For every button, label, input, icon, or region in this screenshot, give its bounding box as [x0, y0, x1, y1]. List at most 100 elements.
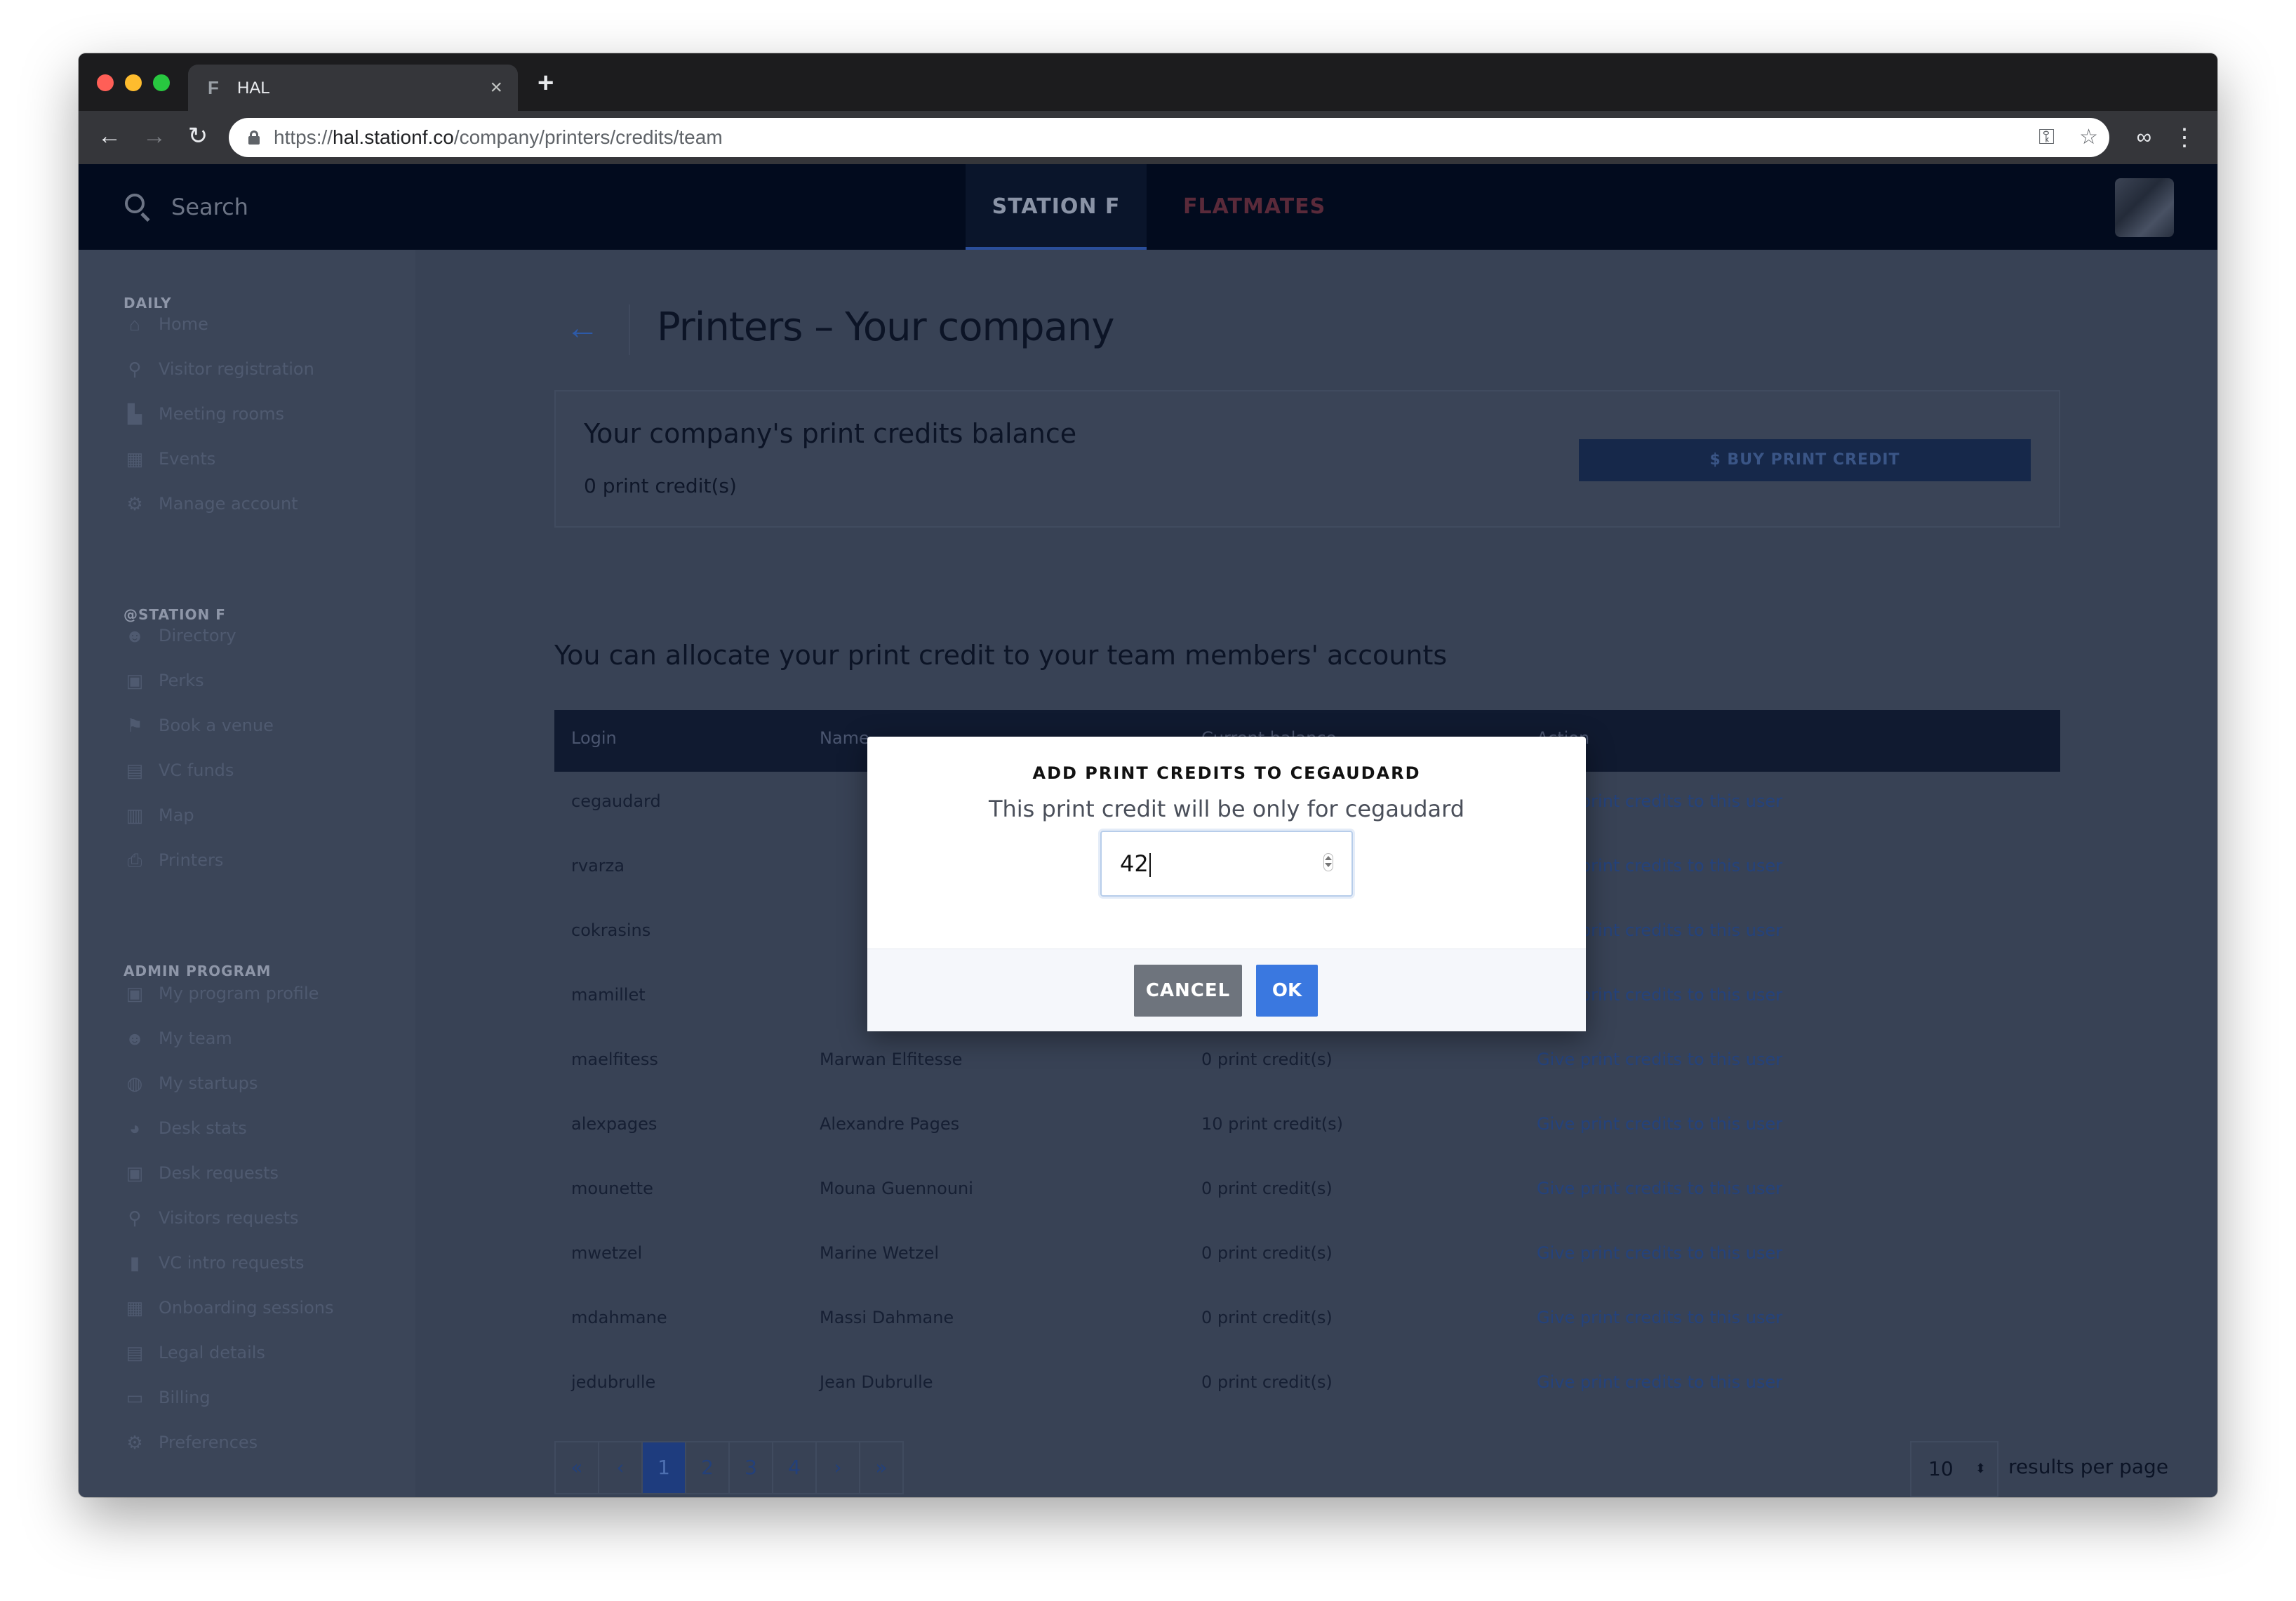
sidebar-item-perks[interactable]: ▣ Perks [124, 666, 204, 695]
star-icon[interactable]: ☆ [2079, 125, 2098, 150]
table-row: mwetzel Marine Wetzel 0 print credit(s) Giv… [554, 1224, 2060, 1288]
sidebar-item-vc-intro-requests[interactable]: ▮ VC intro requests [124, 1249, 305, 1277]
map-icon: ▥ [126, 805, 144, 826]
buy-print-credit-button[interactable]: $ BUY PRINT CREDIT [1579, 439, 2031, 481]
cell-name: Marine Wetzel [820, 1243, 940, 1263]
search-icon[interactable] [125, 194, 152, 222]
menu-kebab-icon[interactable]: ⋮ [2172, 123, 2196, 152]
prev-page-button[interactable]: ‹ [598, 1441, 643, 1494]
avatar[interactable] [2115, 178, 2174, 237]
cell-name: Mouna Guennouni [820, 1179, 973, 1198]
search-input[interactable]: Search [171, 194, 248, 220]
cell-name: Alexandre Pages [820, 1114, 960, 1134]
new-tab-icon[interactable]: + [538, 69, 554, 97]
sidebar-item-meeting-rooms[interactable]: ▙ Meeting rooms [124, 400, 284, 428]
key-icon[interactable]: ⚿ [2038, 125, 2055, 150]
select-caret-icon: ⬍ [1975, 1461, 1986, 1476]
tab-flatmates[interactable]: FLATMATES [1183, 164, 1326, 250]
tab-station-f[interactable]: STATION F [966, 164, 1147, 250]
sidebar-item-directory[interactable]: ☻ Directory [124, 622, 236, 650]
sidebar-item-preferences[interactable]: ⚙ Preferences [124, 1428, 258, 1456]
cell-login: mamillet [571, 985, 646, 1005]
give-credits-link[interactable]: Give print credits to this user [1537, 1243, 1782, 1263]
sidebar-item-visitor-registration[interactable]: ⚲ Visitor registration [124, 355, 314, 383]
browser-tabbar: F HAL × + [79, 53, 2217, 111]
page-button-2[interactable]: 2 [685, 1441, 730, 1494]
modal-footer: CANCEL OK [867, 949, 1586, 1031]
maximize-window-button[interactable] [153, 74, 170, 91]
sidebar-item-label: Home [159, 314, 208, 334]
next-page-button[interactable]: › [815, 1441, 860, 1494]
sidebar-item-vc-funds[interactable]: ▤ VC funds [124, 756, 234, 784]
cell-balance: 0 print credit(s) [1201, 1050, 1333, 1069]
incognito-icon[interactable]: ∞ [2137, 123, 2151, 152]
forward-arrow-icon[interactable]: → [140, 122, 168, 150]
sidebar-item-label: Preferences [159, 1433, 258, 1452]
browser-tab[interactable]: F HAL × [188, 65, 518, 111]
cell-name: Massi Dahmane [820, 1308, 954, 1327]
library-icon: ▤ [126, 1342, 144, 1363]
sidebar-item-desk-requests[interactable]: ▣ Desk requests [124, 1159, 279, 1187]
sidebar-item-visitors-requests[interactable]: ⚲ Visitors requests [124, 1204, 298, 1232]
per-page-select[interactable]: 10 ⬍ [1910, 1441, 1998, 1497]
cell-login: mdahmane [571, 1308, 667, 1327]
sidebar-item-my-startups[interactable]: ◍ My startups [124, 1069, 258, 1097]
input-value: 42 [1120, 850, 1151, 877]
sidebar-item-label: My team [159, 1029, 232, 1048]
sidebar: DAILY ⌂ Home ⚲ Visitor registration ▙ Meeti… [79, 250, 415, 1497]
last-page-button[interactable]: » [859, 1441, 904, 1494]
calendar-icon: ▦ [126, 1297, 144, 1318]
column-header-login: Login [571, 728, 617, 748]
table-row: jedubrulle Jean Dubrulle 0 print credit(s)… [554, 1353, 2060, 1417]
sidebar-item-book-a-venue[interactable]: ⚑ Book a venue [124, 711, 274, 739]
sidebar-item-desk-stats[interactable]: ◕ Desk stats [124, 1114, 247, 1142]
close-window-button[interactable] [97, 74, 114, 91]
sidebar-item-events[interactable]: ▦ Events [124, 445, 216, 473]
page-button-3[interactable]: 3 [728, 1441, 773, 1494]
first-page-button[interactable]: « [554, 1441, 599, 1494]
lock-icon [248, 130, 260, 145]
cell-name: Jean Dubrulle [820, 1372, 933, 1392]
cell-login: alexpages [571, 1114, 658, 1134]
sidebar-item-onboarding-sessions[interactable]: ▦ Onboarding sessions [124, 1294, 334, 1322]
sidebar-item-billing[interactable]: ▭ Billing [124, 1384, 211, 1412]
credits-amount-input[interactable]: 42 [1100, 831, 1353, 897]
sidebar-item-manage-account[interactable]: ⚙ Manage account [124, 490, 298, 518]
number-spinner-icon[interactable] [1323, 850, 1333, 876]
page-button-1[interactable]: 1 [641, 1441, 686, 1494]
address-bar[interactable]: https://hal.stationf.co/company/printers… [229, 118, 2109, 157]
cancel-button[interactable]: CANCEL [1134, 965, 1242, 1017]
give-credits-link[interactable]: Give print credits to this user [1537, 1372, 1782, 1392]
walking-icon: ⚲ [128, 1207, 142, 1228]
tab-close-icon[interactable]: × [490, 77, 502, 98]
give-credits-link[interactable]: Give print credits to this user [1537, 1308, 1782, 1327]
walking-icon: ⚲ [128, 359, 142, 380]
give-credits-link[interactable]: Give print credits to this user [1537, 1050, 1782, 1069]
sidebar-item-legal-details[interactable]: ▤ Legal details [124, 1339, 265, 1367]
give-credits-link[interactable]: Give print credits to this user [1537, 1114, 1782, 1134]
printer-icon: ⎙ [127, 850, 142, 871]
profile-icon: ▣ [126, 1163, 144, 1184]
sidebar-item-my-program-profile[interactable]: ▣ My program profile [124, 979, 319, 1007]
back-arrow-icon[interactable]: ← [95, 122, 124, 150]
back-arrow-icon[interactable]: ← [566, 307, 599, 349]
sidebar-item-map[interactable]: ▥ Map [124, 801, 194, 829]
cell-login: jedubrulle [571, 1372, 656, 1392]
sidebar-item-my-team[interactable]: ☻ My team [124, 1024, 232, 1052]
page-button-4[interactable]: 4 [772, 1441, 817, 1494]
sidebar-item-label: Meeting rooms [159, 404, 284, 424]
sidebar-item-home[interactable]: ⌂ Home [124, 310, 208, 338]
building-icon: ▙ [128, 403, 142, 424]
cell-balance: 10 print credit(s) [1201, 1114, 1344, 1134]
sidebar-item-printers[interactable]: ⎙ Printers [124, 846, 224, 874]
url-text[interactable]: https://hal.stationf.co/company/printers… [274, 127, 723, 148]
reload-icon[interactable]: ↻ [184, 122, 212, 150]
cell-login: cokrasins [571, 920, 651, 940]
minimize-window-button[interactable] [125, 74, 142, 91]
ok-button[interactable]: OK [1256, 965, 1318, 1017]
gear-icon: ⚙ [126, 1432, 143, 1453]
page-title: Printers – Your company [657, 304, 1115, 350]
cell-balance: 0 print credit(s) [1201, 1372, 1333, 1392]
globe-icon: ◍ [126, 1073, 143, 1094]
give-credits-link[interactable]: Give print credits to this user [1537, 1179, 1782, 1198]
